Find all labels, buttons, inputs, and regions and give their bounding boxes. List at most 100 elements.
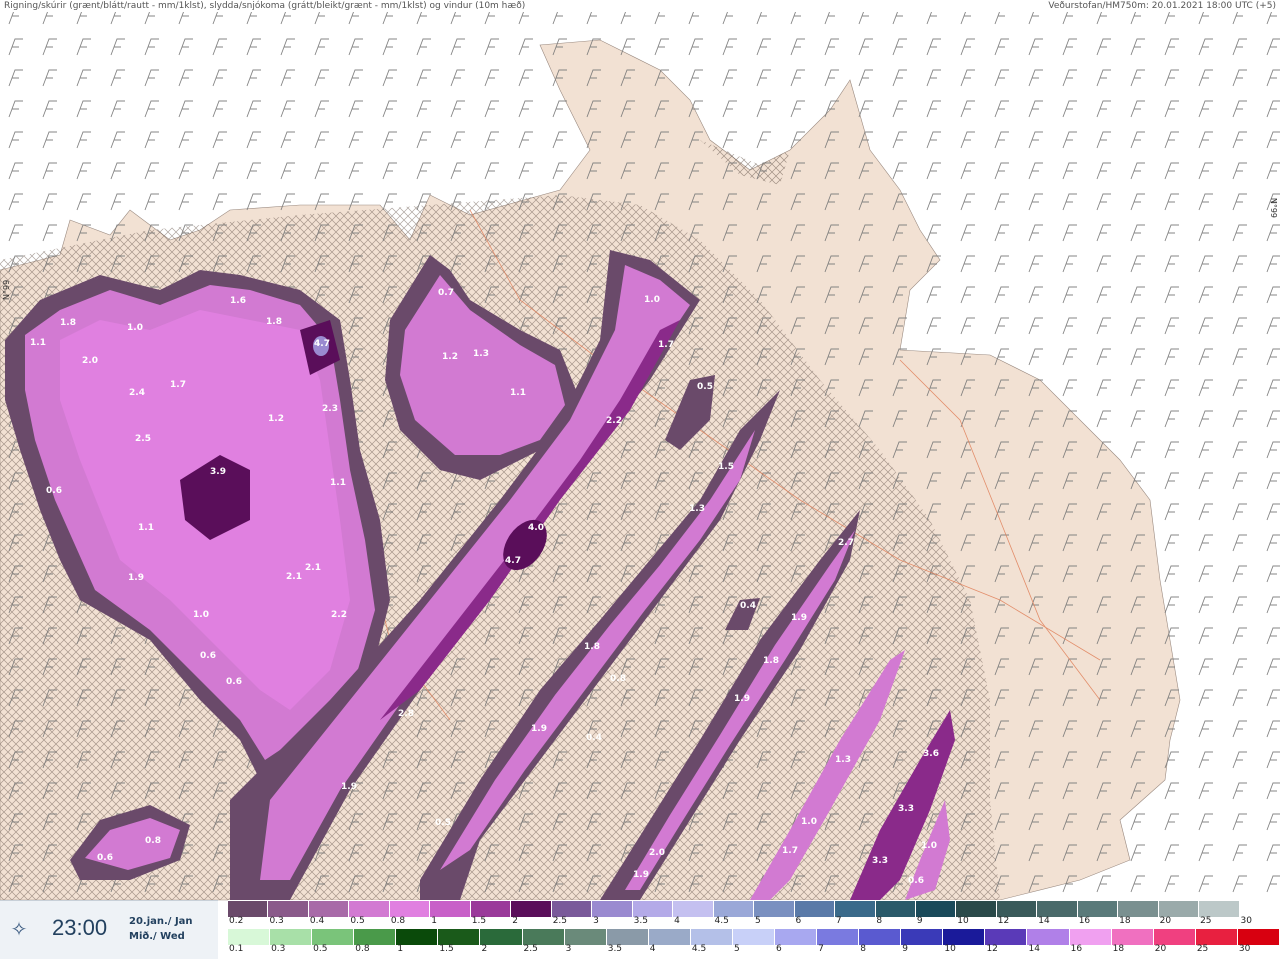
rain-scale-swatch <box>1111 929 1154 945</box>
snow-scale-swatch <box>511 901 552 917</box>
rain-scale-swatch <box>1153 929 1196 945</box>
snow-scale-tick-label: 6 <box>795 916 802 926</box>
precip-value-label: 0.4 <box>740 601 756 611</box>
precip-value-label: 2.8 <box>398 709 414 719</box>
precip-value-label: 1.8 <box>584 642 600 652</box>
rain-scale-tick-label: 0.8 <box>355 944 370 954</box>
precip-value-label: 1.0 <box>127 323 143 333</box>
map-title: Rigning/skúrir (grænt/blátt/rautt - mm/1… <box>4 1 526 11</box>
precip-value-label: 2.1 <box>286 572 302 582</box>
precip-value-label: 1.0 <box>193 610 209 620</box>
rain-scale-tick-label: 0.5 <box>313 944 328 954</box>
snow-scale-swatch <box>1077 901 1119 917</box>
rain-scale-swatch <box>1069 929 1112 945</box>
rain-scale-swatch <box>1027 929 1070 945</box>
forecast-icon[interactable]: ✧ <box>8 918 30 940</box>
rain-scale-tick-label: 2.5 <box>523 944 538 954</box>
snow-scale-swatch <box>996 901 1038 917</box>
snow-scale-tick-label: 12 <box>997 916 1010 926</box>
precip-value-label: 1.9 <box>128 573 144 583</box>
precip-value-label: 1.7 <box>658 340 674 350</box>
rain-scale-swatch <box>648 929 691 945</box>
color-legend: 0.2 0.3 0.4 0.5 0.8 1 1.5 2 2.5 3 3.5 4 4.5 5 6 7 8 9 10 12… <box>228 900 1280 958</box>
snow-scale-swatch <box>754 901 795 917</box>
precip-value-label: 1.5 <box>718 462 734 472</box>
forecast-weekday: Mið./ Wed <box>129 931 185 942</box>
precip-value-label: 1.8 <box>266 317 282 327</box>
snow-scale-swatch <box>915 901 957 917</box>
snow-scale-swatch <box>349 901 390 917</box>
snow-scale-tick-label: 25 <box>1200 916 1212 926</box>
precip-value-label: 1.9 <box>633 870 649 880</box>
precip-value-label: 2.4 <box>129 388 145 398</box>
snow-scale-tick-label: 20 <box>1159 916 1172 926</box>
precip-value-label: 1.8 <box>763 656 779 666</box>
snow-scale-swatch <box>794 901 836 917</box>
snow-scale-tick-label: 7 <box>835 916 842 926</box>
latitude-label-right: N°99 <box>1269 197 1278 218</box>
snow-scale-tick-label: 0.5 <box>350 916 365 926</box>
snow-scale-tick-label: 8 <box>876 916 883 926</box>
snow-scale-tick-label: 1 <box>431 916 438 926</box>
precip-value-label: 3.3 <box>872 856 888 866</box>
precip-value-label: 1.8 <box>60 318 76 328</box>
snow-scale-swatch <box>632 901 674 917</box>
map-source-timestamp: Veðurstofan/HM750m: 20.01.2021 18:00 UTC… <box>1048 1 1276 11</box>
snow-scale-tick-label: 9 <box>916 916 923 926</box>
rain-scale-swatch <box>312 929 355 945</box>
precip-value-label: 1.2 <box>442 352 458 362</box>
precip-value-label: 0.7 <box>438 288 454 298</box>
precip-value-label: 4.0 <box>528 523 544 533</box>
rain-scale-swatch <box>1237 929 1280 945</box>
rain-scale-tick-label: 2 <box>481 944 488 954</box>
precip-value-label: 3.6 <box>923 749 939 759</box>
snow-scale-swatch <box>835 901 876 917</box>
snow-scale-tick-label: 1.5 <box>471 916 487 926</box>
precip-value-label: 1.1 <box>138 523 154 533</box>
precip-value-label: 0.6 <box>97 853 113 863</box>
precip-value-label: 1.0 <box>644 295 660 305</box>
snow-scale-tick-label: 0.4 <box>309 916 325 926</box>
precip-value-label: 2.0 <box>82 356 98 366</box>
rain-scale-swatch <box>985 929 1028 945</box>
snow-scale-swatch <box>470 901 512 917</box>
precip-value-label: 1.3 <box>473 349 489 359</box>
rain-scale-swatch <box>438 929 481 945</box>
precip-value-label: 1.9 <box>531 724 547 734</box>
rain-scale-swatch <box>480 929 523 945</box>
rain-scale-tick-label: 30 <box>1238 944 1251 954</box>
rain-scale-tick-label: 7 <box>818 944 824 954</box>
snow-scale-labels: 0.2 0.3 0.4 0.5 0.8 1 1.5 2 2.5 3 3.5 4 4.5 5 6 7 8 9 10 12… <box>228 916 1280 928</box>
rain-scale-tick-label: 12 <box>986 944 998 954</box>
snow-scale-tick-label: 18 <box>1119 916 1131 926</box>
precip-value-label: 2.3 <box>322 404 338 414</box>
snow-scale-swatch <box>430 901 471 917</box>
precip-value-label: 1.2 <box>268 414 284 424</box>
precip-value-label: 1.7 <box>782 846 798 856</box>
snow-scale-swatch <box>592 901 633 917</box>
precip-value-label: 1.6 <box>230 296 246 306</box>
snow-scale-tick-label: 10 <box>957 916 969 926</box>
rain-color-scale <box>228 929 1280 945</box>
precip-value-label: 4.7 <box>505 556 521 566</box>
time-panel: ✧ 23:00 20.jan./ Jan Mið./ Wed <box>0 900 218 959</box>
rain-scale-swatch <box>690 929 733 945</box>
snow-scale-tick-label: 4.5 <box>714 916 729 926</box>
precip-value-label: 2.7 <box>838 538 854 548</box>
rain-scale-tick-label: 3 <box>565 944 572 954</box>
snow-scale-tick-label: 4 <box>674 916 680 926</box>
rain-scale-tick-label: 25 <box>1196 944 1209 954</box>
snow-scale-swatch <box>673 901 714 917</box>
snow-scale-swatch <box>1037 901 1078 917</box>
precip-value-label: 0.6 <box>908 876 924 886</box>
rain-scale-tick-label: 0.1 <box>229 944 244 954</box>
rain-scale-tick-label: 20 <box>1154 944 1167 954</box>
rain-scale-tick-label: 8 <box>860 944 866 954</box>
snow-scale-swatch <box>1158 901 1200 917</box>
rain-scale-tick-label: 1 <box>397 944 404 954</box>
precip-value-label: 0.6 <box>46 486 62 496</box>
precip-value-label: 1.9 <box>341 782 357 792</box>
rain-scale-swatch <box>901 929 944 945</box>
precip-value-label: 2.0 <box>649 848 665 858</box>
precip-value-label: 1.9 <box>791 613 807 623</box>
